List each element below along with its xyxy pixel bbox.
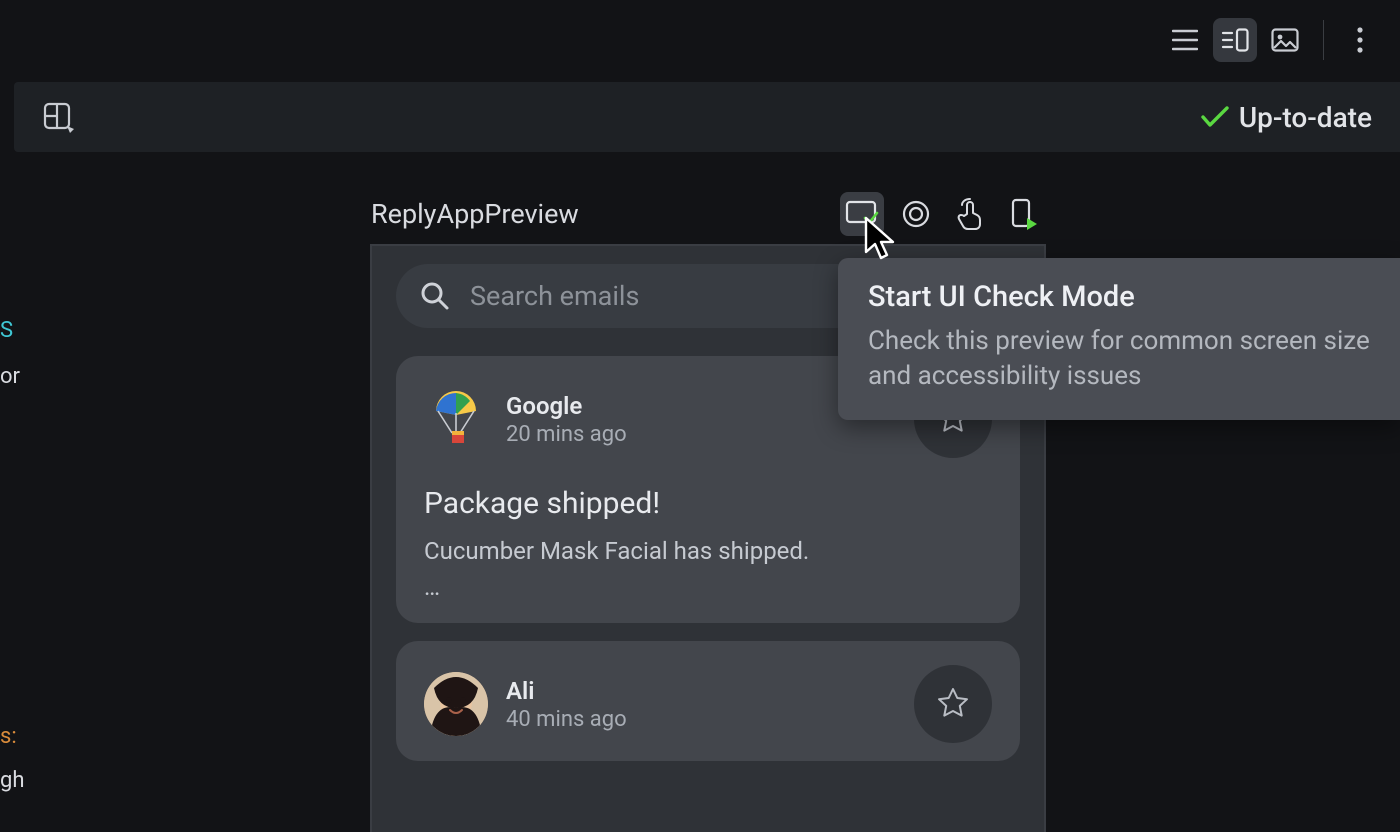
split-view-icon <box>1221 28 1249 52</box>
email-sender: Ali <box>506 677 914 705</box>
hamburger-button[interactable] <box>1163 18 1207 62</box>
tooltip: Start UI Check Mode Check this preview f… <box>838 258 1400 420</box>
interactive-button[interactable] <box>948 192 992 236</box>
status-bar: Up-to-date <box>14 82 1400 152</box>
search-icon <box>420 281 450 311</box>
email-time: 40 mins ago <box>506 707 914 732</box>
run-device-button[interactable] <box>1002 192 1046 236</box>
image-view-button[interactable] <box>1263 18 1307 62</box>
email-card[interactable]: Ali 40 mins ago <box>396 641 1020 761</box>
more-button[interactable] <box>1338 18 1382 62</box>
device-run-icon <box>1011 198 1037 230</box>
tooltip-body: Check this preview for common screen siz… <box>868 324 1370 394</box>
layout-icon <box>42 101 74 133</box>
ui-check-button[interactable] <box>840 192 884 236</box>
avatar <box>424 387 488 451</box>
build-status: Up-to-date <box>1201 101 1372 134</box>
left-code-strip: S or s: gh <box>0 160 26 810</box>
email-subject: Package shipped! <box>424 486 992 521</box>
hamburger-icon <box>1172 29 1198 51</box>
animation-button[interactable] <box>894 192 938 236</box>
parachute-icon <box>428 389 484 449</box>
status-label: Up-to-date <box>1239 101 1372 134</box>
star-button[interactable] <box>914 665 992 743</box>
preview-title: ReplyAppPreview <box>371 198 579 230</box>
display-check-icon <box>845 200 879 228</box>
image-icon <box>1271 28 1299 52</box>
top-toolbar <box>0 0 1400 80</box>
avatar <box>424 672 488 736</box>
email-time: 20 mins ago <box>506 422 914 447</box>
check-icon <box>1201 106 1229 128</box>
avatar-photo <box>424 672 488 736</box>
animation-icon <box>901 199 931 229</box>
email-body: Cucumber Mask Facial has shipped. … <box>424 533 992 605</box>
star-icon <box>936 687 970 721</box>
more-vertical-icon <box>1356 26 1364 54</box>
touch-icon <box>956 198 984 230</box>
tooltip-title: Start UI Check Mode <box>868 280 1370 314</box>
split-view-button[interactable] <box>1213 18 1257 62</box>
layout-button[interactable] <box>42 101 74 133</box>
toolbar-divider <box>1323 20 1324 60</box>
preview-toolbar <box>840 192 1046 236</box>
